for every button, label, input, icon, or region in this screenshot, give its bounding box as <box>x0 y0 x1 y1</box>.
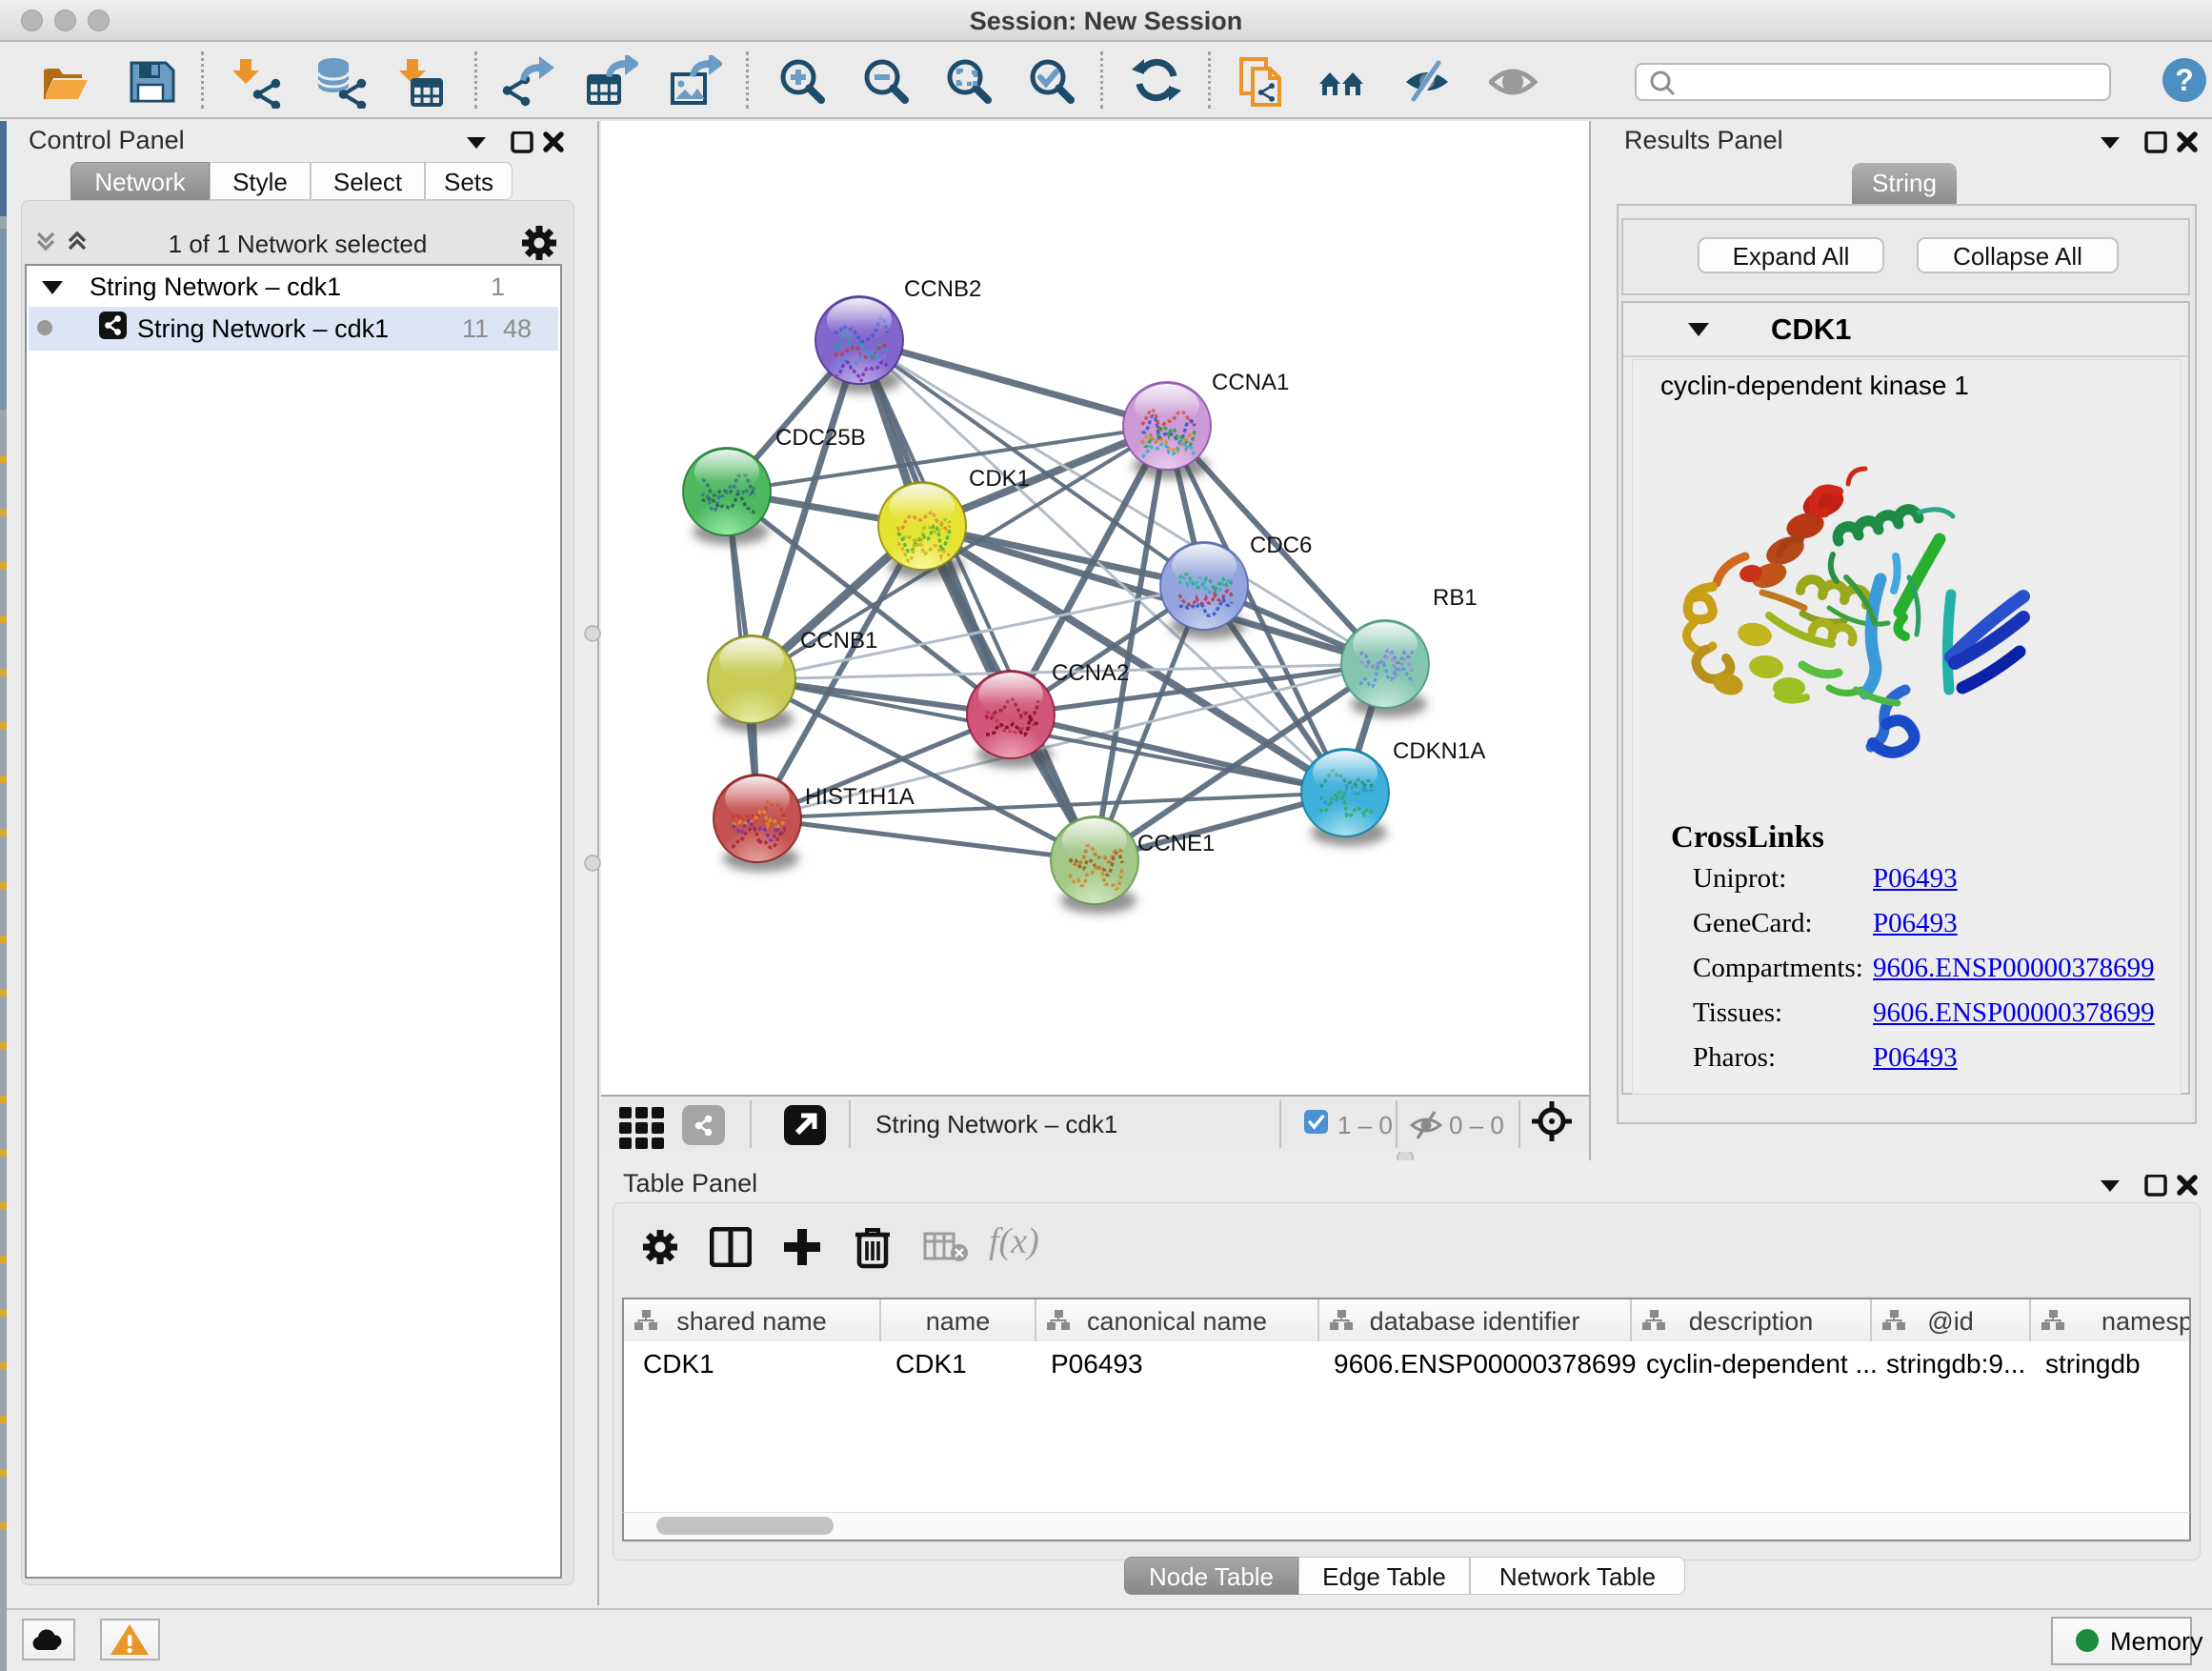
svg-text:CCNE1: CCNE1 <box>1137 831 1215 856</box>
svg-text:CCNA1: CCNA1 <box>1212 370 1289 395</box>
svg-text:HIST1H1A: HIST1H1A <box>805 784 915 810</box>
svg-text:CCNB1: CCNB1 <box>800 628 877 654</box>
svg-text:CDK1: CDK1 <box>969 466 1030 492</box>
svg-text:CDC6: CDC6 <box>1250 533 1312 558</box>
svg-text:CCNA2: CCNA2 <box>1052 660 1129 686</box>
svg-text:CDC25B: CDC25B <box>775 425 866 451</box>
svg-text:CDKN1A: CDKN1A <box>1393 738 1485 764</box>
svg-text:RB1: RB1 <box>1433 585 1478 611</box>
svg-text:CCNB2: CCNB2 <box>904 276 981 302</box>
